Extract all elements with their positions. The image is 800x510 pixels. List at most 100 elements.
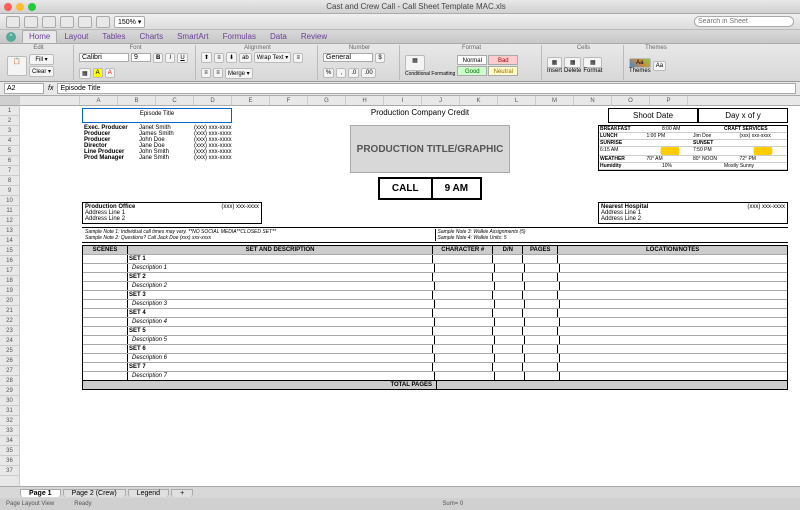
table-row[interactable]: Description 7: [83, 371, 787, 380]
ribbon-tab-home[interactable]: Home: [22, 30, 57, 43]
ribbon-tab-review[interactable]: Review: [294, 30, 334, 43]
row-header[interactable]: 2: [0, 116, 19, 126]
currency-button[interactable]: $: [375, 53, 385, 63]
col-header[interactable]: I: [384, 96, 422, 105]
ribbon-tab-tables[interactable]: Tables: [95, 30, 132, 43]
row-header[interactable]: 27: [0, 366, 19, 376]
row-header[interactable]: 24: [0, 336, 19, 346]
table-row[interactable]: SET 4: [83, 308, 787, 317]
align-bot-button[interactable]: ⬇: [226, 52, 237, 63]
clear-button[interactable]: Clear ▾: [29, 66, 54, 77]
row-header[interactable]: 23: [0, 326, 19, 336]
row-header[interactable]: 29: [0, 386, 19, 396]
dec-decimal-button[interactable]: .00: [361, 68, 375, 78]
fx-icon[interactable]: fx: [48, 85, 53, 92]
row-header[interactable]: 6: [0, 156, 19, 166]
row-header[interactable]: 13: [0, 226, 19, 236]
col-header[interactable]: P: [650, 96, 688, 105]
align-right-button[interactable]: ≡: [213, 68, 223, 78]
insert-button[interactable]: ▦: [547, 57, 562, 68]
align-left-button[interactable]: ≡: [293, 53, 303, 63]
table-row[interactable]: SET 3: [83, 290, 787, 299]
grid[interactable]: ABCDEFGHIJKLMNOP Episode Title Productio…: [20, 96, 800, 486]
percent-button[interactable]: %: [323, 68, 334, 78]
orient-button[interactable]: ab: [239, 53, 252, 63]
theme-aa-button[interactable]: Aa: [653, 61, 666, 71]
row-header[interactable]: 34: [0, 436, 19, 446]
table-row[interactable]: Description 4: [83, 317, 787, 326]
sheet-tab[interactable]: Legend: [128, 489, 169, 497]
table-row[interactable]: SET 6: [83, 344, 787, 353]
style-normal[interactable]: Normal: [457, 55, 487, 65]
align-center-button[interactable]: ≡: [201, 68, 211, 78]
row-header[interactable]: 19: [0, 286, 19, 296]
ribbon-tab-data[interactable]: Data: [263, 30, 294, 43]
row-header[interactable]: 4: [0, 136, 19, 146]
row-header[interactable]: 26: [0, 356, 19, 366]
table-row[interactable]: SET 5: [83, 326, 787, 335]
row-header[interactable]: 7: [0, 166, 19, 176]
size-select[interactable]: 9: [131, 53, 151, 62]
help-icon[interactable]: [96, 16, 110, 28]
col-header[interactable]: O: [612, 96, 650, 105]
row-header[interactable]: 8: [0, 176, 19, 186]
align-top-button[interactable]: ⬆: [201, 52, 212, 63]
row-header[interactable]: 3: [0, 126, 19, 136]
minimize-icon[interactable]: [16, 3, 24, 11]
col-header[interactable]: E: [232, 96, 270, 105]
paint-icon[interactable]: [78, 16, 92, 28]
sheet-tab[interactable]: Page 2 (Crew): [63, 489, 126, 497]
episode-title-cell[interactable]: Episode Title: [82, 108, 232, 123]
row-header[interactable]: 18: [0, 276, 19, 286]
ribbon-tab-formulas[interactable]: Formulas: [216, 30, 263, 43]
col-header[interactable]: H: [346, 96, 384, 105]
row-header[interactable]: 37: [0, 466, 19, 476]
row-header[interactable]: 30: [0, 396, 19, 406]
row-header[interactable]: 1: [0, 106, 19, 116]
row-header[interactable]: 31: [0, 406, 19, 416]
row-header[interactable]: 17: [0, 266, 19, 276]
row-header[interactable]: 22: [0, 316, 19, 326]
row-header[interactable]: 9: [0, 186, 19, 196]
table-row[interactable]: SET 1: [83, 254, 787, 263]
italic-button[interactable]: I: [165, 53, 175, 63]
col-header[interactable]: A: [80, 96, 118, 105]
delete-button[interactable]: ▦: [564, 57, 581, 68]
row-header[interactable]: 35: [0, 446, 19, 456]
wrap-button[interactable]: Wrap Text ▾: [254, 52, 291, 63]
row-header[interactable]: 5: [0, 146, 19, 156]
table-row[interactable]: Description 1: [83, 263, 787, 272]
row-header[interactable]: 32: [0, 416, 19, 426]
col-header[interactable]: L: [498, 96, 536, 105]
row-header[interactable]: 36: [0, 456, 19, 466]
underline-button[interactable]: U: [177, 53, 187, 63]
row-header[interactable]: 12: [0, 216, 19, 226]
close-icon[interactable]: [4, 3, 12, 11]
merge-button[interactable]: Merge ▾: [225, 68, 253, 79]
row-header[interactable]: 33: [0, 426, 19, 436]
table-row[interactable]: SET 7: [83, 362, 787, 371]
table-row[interactable]: Description 3: [83, 299, 787, 308]
ribbon-tab-charts[interactable]: Charts: [133, 30, 171, 43]
style-good[interactable]: Good: [457, 66, 487, 76]
table-row[interactable]: Description 5: [83, 335, 787, 344]
sheet-tab[interactable]: +: [171, 489, 193, 497]
fill-button[interactable]: Fill ▾: [29, 54, 54, 65]
align-mid-button[interactable]: ≡: [214, 53, 224, 63]
save-icon[interactable]: [6, 16, 20, 28]
paste-button[interactable]: 📋: [7, 56, 27, 76]
row-header[interactable]: 14: [0, 236, 19, 246]
col-header[interactable]: J: [422, 96, 460, 105]
cond-format-button[interactable]: ▦: [405, 55, 425, 71]
style-neutral[interactable]: Neutral: [488, 66, 518, 76]
print-icon[interactable]: [60, 16, 74, 28]
formula-input[interactable]: Episode Title: [57, 83, 796, 94]
row-header[interactable]: 10: [0, 196, 19, 206]
font-select[interactable]: Calibri: [79, 53, 129, 62]
fill-color-button[interactable]: A: [93, 68, 103, 78]
ribbon-tab-smartart[interactable]: SmartArt: [170, 30, 216, 43]
col-header[interactable]: G: [308, 96, 346, 105]
row-header[interactable]: 20: [0, 296, 19, 306]
themes-button[interactable]: Aa: [629, 58, 651, 68]
col-header[interactable]: M: [536, 96, 574, 105]
